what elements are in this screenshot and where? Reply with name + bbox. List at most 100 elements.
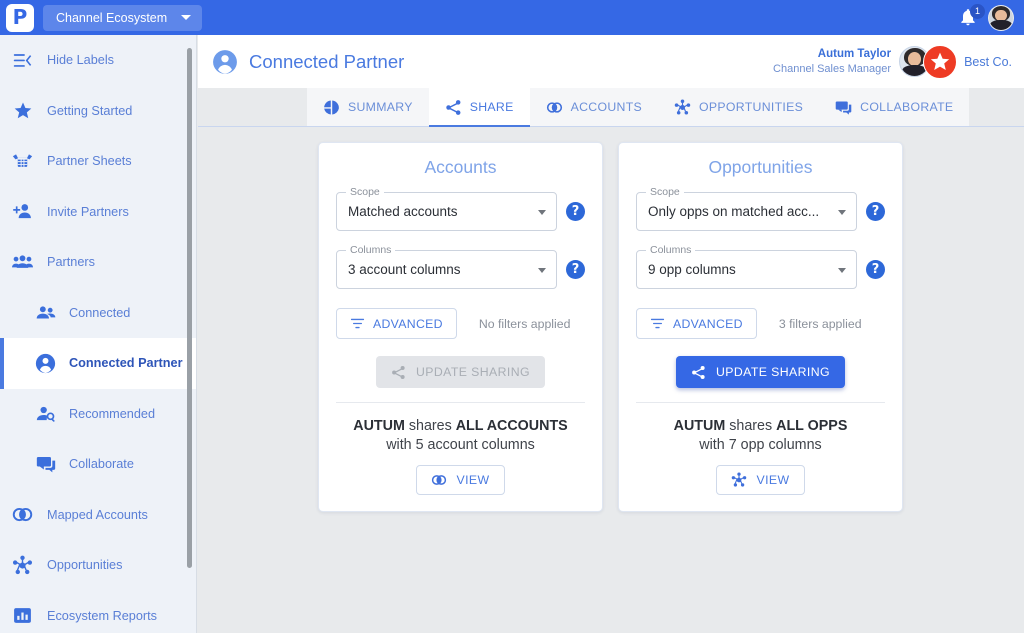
- update-sharing-label: UPDATE SHARING: [415, 365, 530, 379]
- avatar-face: [989, 5, 1013, 30]
- view-row-accounts: VIEW: [336, 465, 585, 496]
- view-row-opportunities: VIEW: [636, 465, 885, 496]
- sidebar-item-connected[interactable]: Connected: [0, 288, 196, 339]
- summary-owner: AUTUM: [673, 418, 726, 434]
- recommended-icon: [35, 403, 56, 424]
- sidebar-nav: Hide Labels Getting Started Partner Sheets…: [0, 35, 196, 633]
- app-logo[interactable]: P: [6, 3, 34, 32]
- scope-field-opportunities: Scope Only opps on matched acc...?: [636, 186, 885, 231]
- environment-selector[interactable]: Channel Ecosystem: [43, 4, 203, 31]
- scope-help-icon[interactable]: ?: [566, 202, 585, 221]
- ecosystem-reports-icon: [12, 605, 33, 626]
- share-summary-detail-opportunities: with 7 opp columns: [699, 437, 822, 454]
- update-sharing-button-opportunities[interactable]: UPDATE SHARING: [675, 356, 845, 388]
- summary-owner: AUTUM: [353, 418, 405, 434]
- opportunities-icon: [12, 555, 33, 576]
- share-icon: [391, 365, 406, 380]
- summary-verb: shares: [725, 418, 777, 434]
- card-title-opportunities: Opportunities: [708, 157, 813, 177]
- main-content: Accounts Scope Matched accounts? Columns 3 a…: [198, 127, 1024, 633]
- user-info: Autum Taylor Channel Sales Manager: [773, 47, 891, 77]
- advanced-button-opportunities[interactable]: ADVANCED: [636, 308, 757, 339]
- tab-collaborate[interactable]: COLLABORATE: [819, 88, 970, 126]
- sharing-cards: Accounts Scope Matched accounts? Columns 3 a…: [198, 127, 1024, 513]
- columns-legend: Columns: [646, 244, 696, 256]
- share-summary-accounts: AUTUM shares ALL ACCOUNTS: [336, 416, 585, 436]
- sidebar-item-mapped-accounts[interactable]: Mapped Accounts: [0, 490, 196, 541]
- tab-accounts[interactable]: ACCOUNTS: [529, 88, 659, 126]
- logo-letter: P: [12, 5, 28, 29]
- sidebar-scrollbar[interactable]: [187, 48, 192, 568]
- card-title-accounts: Accounts: [424, 157, 497, 177]
- tab-bar: SUMMARY SHARE ACCOUNTS OPPORTUNITIES COLLABO…: [198, 88, 1024, 127]
- tab-share[interactable]: SHARE: [428, 88, 530, 127]
- scope-value: Only opps on matched acc...: [648, 204, 820, 219]
- card-divider: [636, 402, 885, 403]
- columns-select-opportunities[interactable]: Columns 9 opp columns: [636, 244, 857, 289]
- summary-object: ALL OPPS: [776, 418, 848, 434]
- tab-summary[interactable]: SUMMARY: [307, 88, 429, 126]
- person-circle-icon: [35, 353, 56, 374]
- top-bar: P Channel Ecosystem 1: [0, 0, 1024, 35]
- sidebar-item-label: Invite Partners: [47, 204, 129, 219]
- view-label: VIEW: [756, 473, 790, 488]
- sidebar-item-getting-started[interactable]: Getting Started: [0, 86, 196, 137]
- notifications-button[interactable]: 1: [958, 3, 985, 29]
- update-row-accounts: UPDATE SHARING: [336, 356, 585, 402]
- chevron-down-icon: [838, 209, 846, 215]
- opportunities-icon: [674, 98, 691, 116]
- columns-help-icon[interactable]: ?: [866, 260, 885, 279]
- chevron-down-icon: [838, 267, 846, 273]
- environment-label: Channel Ecosystem: [56, 10, 168, 25]
- columns-help-icon[interactable]: ?: [566, 260, 585, 279]
- sidebar-item-label: Getting Started: [47, 103, 133, 118]
- filter-status-accounts: No filters applied: [478, 316, 571, 331]
- sidebar-item-label: Connected: [69, 305, 131, 320]
- sidebar-item-collaborate[interactable]: Collaborate: [0, 439, 196, 490]
- invite-partners-icon: [12, 201, 33, 222]
- advanced-label: ADVANCED: [373, 316, 443, 331]
- scope-help-icon[interactable]: ?: [866, 202, 885, 221]
- scope-legend: Scope: [346, 186, 384, 198]
- notification-badge: 1: [970, 3, 985, 19]
- sharing-card-opportunities: Opportunities Scope Only opps on matched a…: [618, 142, 903, 513]
- sidebar-item-hide-labels[interactable]: Hide Labels: [0, 35, 196, 86]
- tab-label: COLLABORATE: [860, 100, 954, 114]
- tab-spacer: [198, 88, 307, 126]
- columns-value: 9 opp columns: [648, 262, 736, 277]
- update-sharing-label: UPDATE SHARING: [715, 365, 830, 379]
- sidebar-item-label: Ecosystem Reports: [47, 608, 157, 623]
- chevron-down-icon: [181, 15, 192, 20]
- scope-select-opportunities[interactable]: Scope Only opps on matched acc...: [636, 186, 857, 231]
- tab-opportunities[interactable]: OPPORTUNITIES: [658, 88, 820, 126]
- columns-select-accounts[interactable]: Columns 3 account columns: [336, 244, 557, 289]
- accounts-icon: [546, 99, 563, 116]
- page-title: Connected Partner: [249, 50, 405, 72]
- view-button-opportunities[interactable]: VIEW: [716, 465, 805, 496]
- tab-label: SUMMARY: [348, 100, 413, 114]
- sidebar-item-label: Collaborate: [69, 457, 134, 472]
- scope-select-accounts[interactable]: Scope Matched accounts: [336, 186, 557, 231]
- collaborate-icon: [35, 454, 56, 475]
- sidebar-item-recommended[interactable]: Recommended: [0, 389, 196, 440]
- sidebar-item-partner-sheets[interactable]: Partner Sheets: [0, 136, 196, 187]
- sidebar-item-invite-partners[interactable]: Invite Partners: [0, 187, 196, 238]
- sidebar-item-ecosystem-reports[interactable]: Ecosystem Reports: [0, 591, 196, 633]
- sidebar-item-partners[interactable]: Partners: [0, 237, 196, 288]
- chevron-down-icon: [538, 267, 546, 273]
- share-icon: [445, 99, 462, 116]
- card-divider: [336, 402, 585, 403]
- filter-icon: [350, 316, 365, 331]
- sidebar-item-label: Partner Sheets: [47, 154, 132, 169]
- advanced-label: ADVANCED: [673, 316, 743, 331]
- view-label: VIEW: [456, 473, 490, 488]
- advanced-button-accounts[interactable]: ADVANCED: [336, 308, 457, 339]
- view-button-accounts[interactable]: VIEW: [416, 465, 505, 496]
- hide-labels-icon: [12, 50, 33, 71]
- sidebar-item-label: Hide Labels: [47, 53, 115, 68]
- sidebar-item-label: Connected Partner: [69, 356, 183, 371]
- sidebar-item-connected-partner[interactable]: Connected Partner: [0, 338, 196, 389]
- sidebar-item-opportunities[interactable]: Opportunities: [0, 540, 196, 591]
- filter-status-opportunities: 3 filters applied: [778, 316, 862, 331]
- user-avatar[interactable]: [988, 4, 1014, 31]
